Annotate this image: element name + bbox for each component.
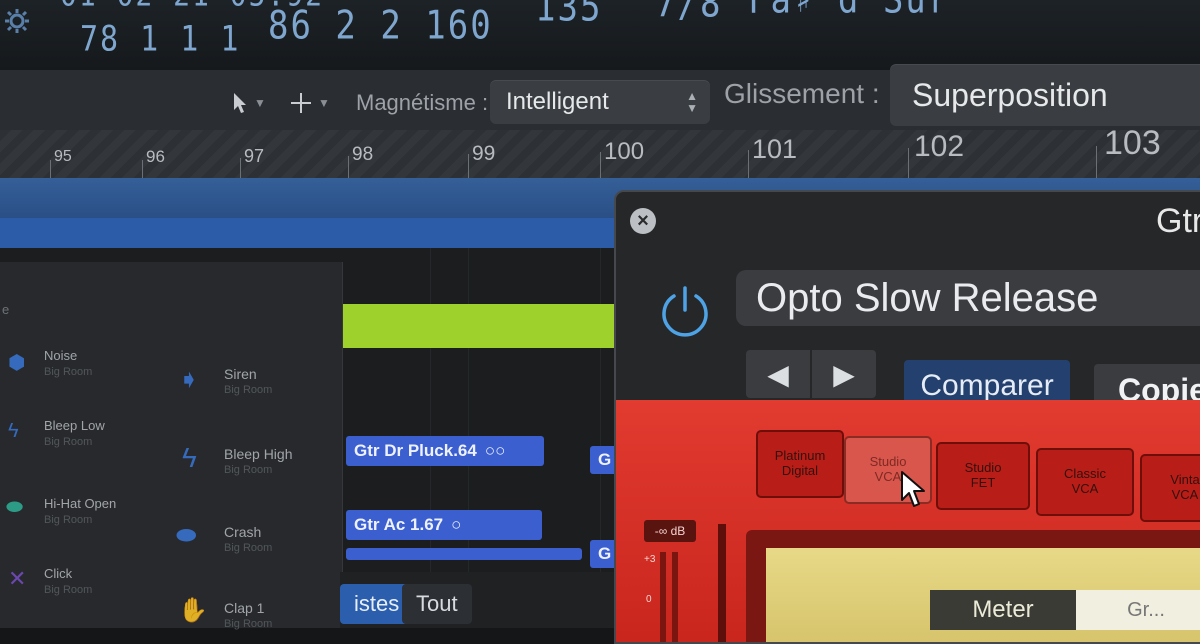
region-label: G [598,450,612,469]
bottom-tabs: istes Tout [340,572,630,628]
cycle-region[interactable] [0,218,620,248]
close-icon: × [637,210,649,232]
tab-meter[interactable]: Meter [930,590,1076,630]
region-gtr-ac[interactable]: Gtr Ac 1.67 ○ [346,510,542,540]
lcd-bar-beat: 78 1 1 1 [80,19,241,60]
ruler-bar-102: 102 [914,130,965,163]
library-item-sub: Big Room [44,514,93,526]
siren-icon: ➧ [178,364,200,394]
region-label: Gtr Dr Pluck.64 [354,441,477,460]
model-vintage-vca[interactable]: Vinta VCA [1140,454,1200,522]
marquee-tool-button[interactable]: ▼ [290,86,330,120]
library-item-label: Click [44,566,73,581]
previous-preset-button[interactable]: ◀ [746,350,810,398]
snap-label: Magnétisme : [356,90,489,115]
plugin-title: Gtr [1156,202,1200,240]
audio-region-green[interactable] [343,304,633,348]
meter-scale-zero: 0 [646,594,652,605]
ruler-bar-95: 95 [54,148,72,165]
lcd-tempo: 135 [535,0,603,31]
library-item-label: Bleep Low [44,418,105,433]
drag-select[interactable]: Superposition [890,64,1200,126]
gear-icon[interactable] [4,8,30,34]
lcd-key: Fa♯ d Sur [748,0,951,23]
chevron-down-icon: ▼ [254,96,266,110]
bolt-icon: ϟ [182,442,197,473]
click-icon: ✕ [8,566,27,591]
loop-icon: ○ [451,515,462,534]
preset-name: Opto Slow Release [756,275,1099,320]
lcd-time-signature: 7/8 [655,0,723,27]
next-preset-button[interactable]: ▶ [812,350,876,398]
loop-icon: ○○ [484,441,506,460]
drag-label: Glissement : [724,78,880,109]
library-item-sub: Big Room [44,584,93,596]
model-studio-fet[interactable]: Studio FET [936,442,1030,510]
crosshair-icon [291,93,311,113]
library-item-label: Noise [44,348,78,363]
snap-select[interactable]: Intelligent ▲ ▼ [490,80,710,124]
power-icon[interactable] [658,284,712,338]
library-item-sub: Big Room [224,542,273,554]
ruler-bar-101: 101 [752,134,798,164]
input-meter-right [672,552,678,642]
ruler-bar-99: 99 [472,142,496,165]
input-meter-left [660,552,666,642]
library-item-label: Clap 1 [224,600,265,616]
hexagon-icon: ⬢ [8,352,26,374]
library-panel: e ⬢ Noise Big Room ➧ Siren Big Room ϟ Bl… [0,262,343,630]
hand-icon: ✋ [178,597,208,624]
ruler-bar-100: 100 [604,138,645,165]
preset-field[interactable]: Opto Slow Release [736,270,1200,326]
timeline-ruler[interactable]: 95 96 97 98 99 100 101 102 103 [0,124,1200,179]
snap-value: Intelligent [506,88,609,115]
library-item-sub: Big Room [224,464,273,476]
updown-icon: ▲ ▼ [686,89,698,115]
toolbar: ▼ ▼ Magnétisme : Intelligent ▲ ▼ Glisseme… [0,64,1200,131]
region-label: Gtr Ac 1.67 [354,515,444,534]
region-gtr-dr-pluck[interactable]: Gtr Dr Pluck.64 ○○ [346,436,544,466]
ruler-bar-96: 96 [146,147,165,166]
input-fader[interactable] [718,524,726,642]
triangle-left-icon: ◀ [767,358,789,390]
library-item-label: Bleep High [224,446,293,462]
lcd-position-values: 86 2 2 160 [268,3,493,49]
close-button[interactable]: × [630,208,656,234]
lcd-display: 01-02-21-05.92 78 1 1 1 86 2 2 160 135 7… [0,0,1200,71]
model-platinum-digital[interactable]: Platinum Digital [756,430,844,498]
library-header: e [2,302,10,317]
pointer-icon [234,93,246,113]
library-item-sub: Big Room [224,384,273,396]
tab-all[interactable]: Tout [402,584,472,624]
cymbal-icon: ⬬ [176,522,197,549]
ruler-bar-98: 98 [352,144,374,165]
compressor-plugin-window: × Gtr Opto Slow Release ◀ ▶ Comparer Cop… [614,190,1200,644]
ruler-bar-97: 97 [244,146,265,166]
input-db-readout: -∞ dB [644,520,696,542]
library-item-label: Siren [224,366,257,382]
hihat-icon: ⬬ [6,496,24,518]
region-label: G [598,544,612,563]
mouse-cursor-icon [901,471,925,507]
library-item-sub: Big Room [44,436,93,448]
tab-graph[interactable]: Gr... [1076,590,1200,630]
library-item-sub: Big Room [224,618,273,630]
model-classic-vca[interactable]: Classic VCA [1036,448,1134,516]
library-item-label: Crash [224,524,262,540]
meter-scale-plus3: +3 [644,554,656,565]
library-item-sub: Big Room [44,366,93,378]
triangle-right-icon: ▶ [833,358,855,390]
ruler-bar-103: 103 [1104,124,1161,162]
chevron-down-icon: ▼ [318,96,330,110]
library-item-label: Hi-Hat Open [44,496,117,511]
bolt-icon: ϟ [8,420,19,442]
region-strip[interactable] [346,548,582,560]
drag-value: Superposition [912,76,1108,113]
pointer-tool-button[interactable]: ▼ [232,86,266,120]
